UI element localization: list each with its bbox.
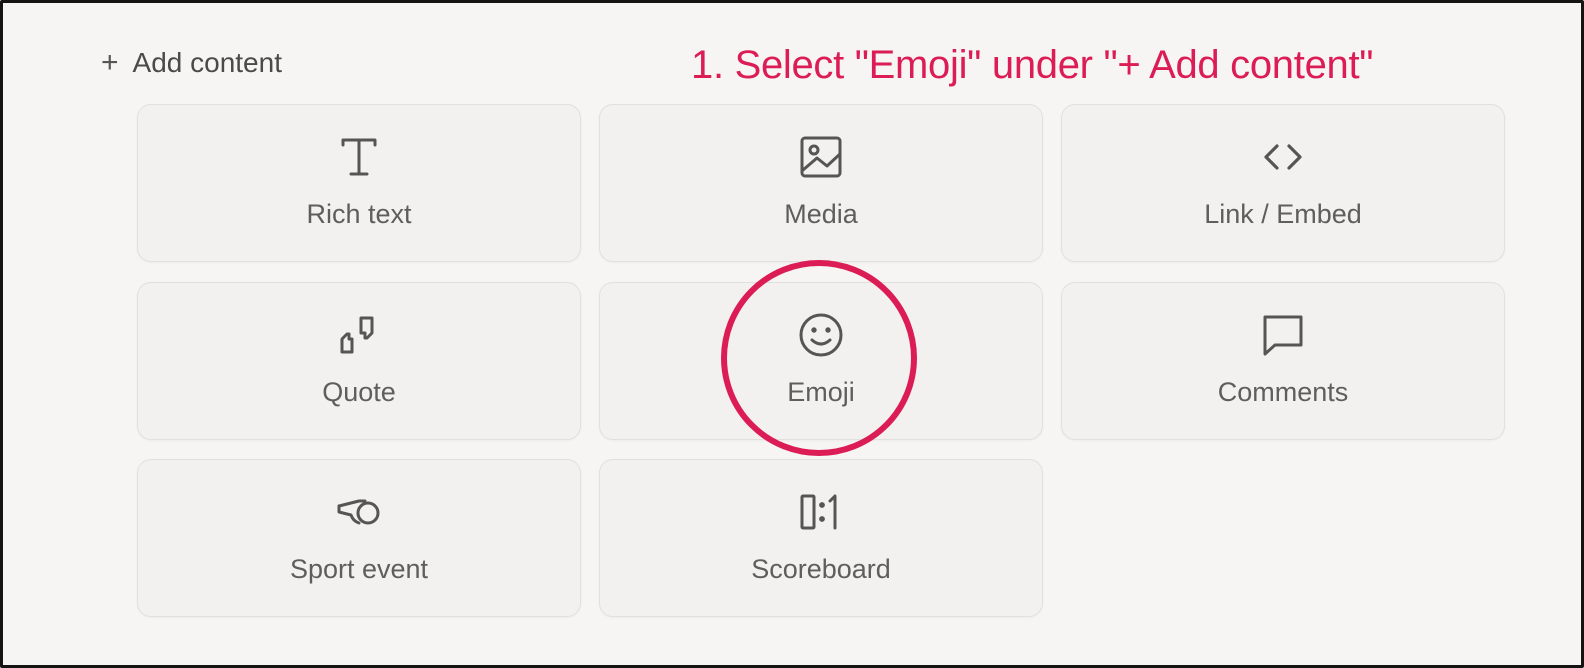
tile-label: Media <box>784 199 858 229</box>
scoreboard-icon <box>797 488 845 536</box>
instruction-annotation: 1. Select "Emoji" under "+ Add content" <box>691 43 1374 87</box>
tile-label: Comments <box>1217 377 1349 407</box>
image-icon <box>797 133 845 181</box>
media-tile[interactable]: Media <box>599 104 1043 262</box>
smiley-icon <box>797 311 845 359</box>
sport-event-tile[interactable]: Sport event <box>137 459 581 617</box>
tile-label: Link / Embed <box>1204 199 1362 229</box>
link-embed-tile[interactable]: Link / Embed <box>1061 104 1505 262</box>
tile-label: Sport event <box>289 554 429 584</box>
whistle-icon <box>335 488 383 536</box>
emoji-tile[interactable]: Emoji <box>599 282 1043 440</box>
comments-tile[interactable]: Comments <box>1061 282 1505 440</box>
add-content-label: Add content <box>132 47 282 78</box>
plus-icon: + <box>101 46 119 79</box>
tile-label: Scoreboard <box>751 554 891 584</box>
quote-tile[interactable]: Quote <box>137 282 581 440</box>
screenshot-frame: + Add content 1. Select "Emoji" under "+… <box>0 0 1584 668</box>
tile-label: Rich text <box>306 199 412 229</box>
comment-icon <box>1259 311 1307 359</box>
scoreboard-tile[interactable]: Scoreboard <box>599 459 1043 617</box>
add-content-button[interactable]: + Add content <box>101 47 282 79</box>
quote-icon <box>335 311 383 359</box>
rich-text-tile[interactable]: Rich text <box>137 104 581 262</box>
code-icon <box>1259 133 1307 181</box>
tile-label: Quote <box>322 377 396 407</box>
text-icon <box>335 133 383 181</box>
tile-label: Emoji <box>787 377 855 407</box>
